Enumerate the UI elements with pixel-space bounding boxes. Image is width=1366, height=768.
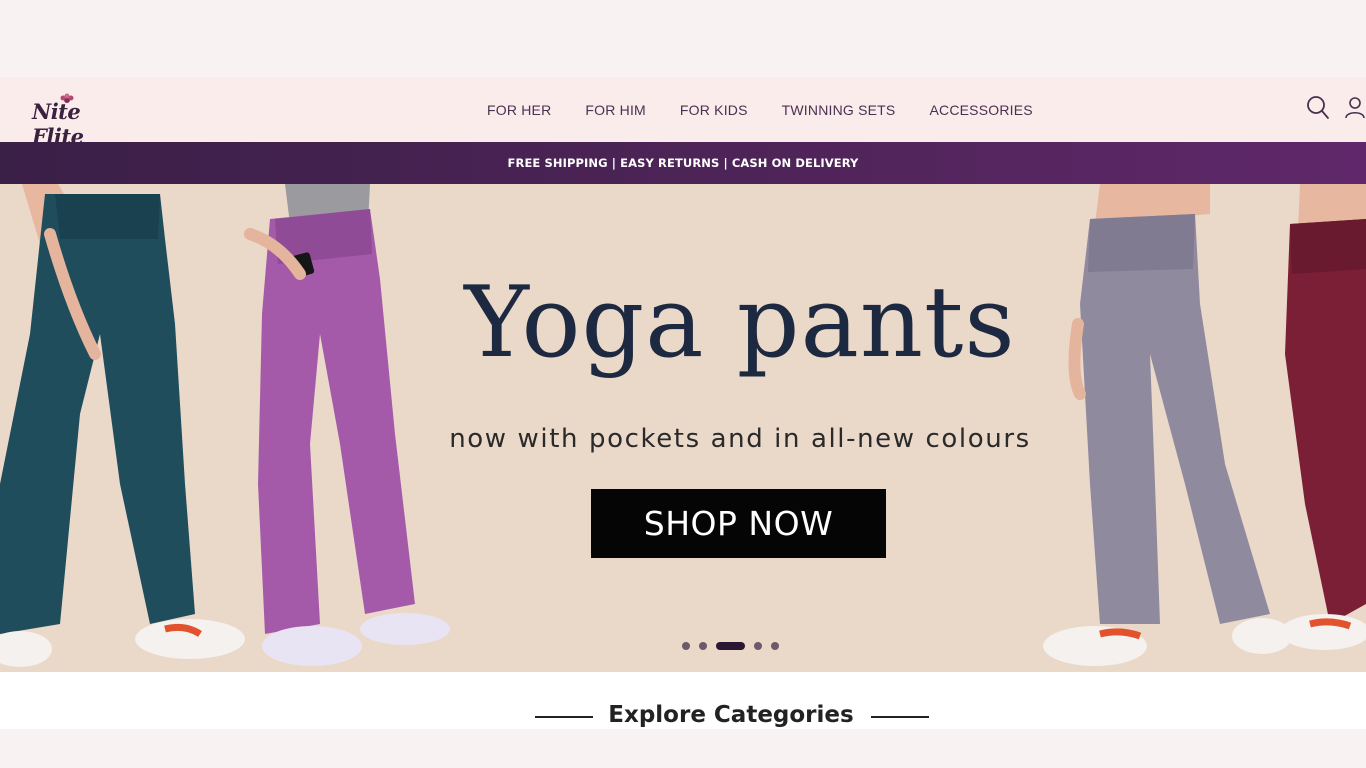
carousel-dot[interactable] [682, 642, 690, 650]
carousel-dot[interactable] [699, 642, 707, 650]
nav-item-for-him[interactable]: FOR HIM [585, 102, 646, 118]
carousel-dot-active[interactable] [716, 642, 745, 650]
search-icon[interactable] [1306, 95, 1330, 121]
bottom-blank-area [0, 729, 1366, 768]
maroon-pants-figure [1280, 184, 1366, 650]
user-icon[interactable] [1344, 95, 1366, 121]
divider-right [871, 716, 929, 718]
divider-left [535, 716, 593, 718]
site-header: Nite Flite FOR HER FOR HIM FOR KIDS TWIN… [0, 77, 1366, 149]
teal-pants-figure [0, 184, 245, 667]
nav-item-for-kids[interactable]: FOR KIDS [680, 102, 748, 118]
nav-item-accessories[interactable]: ACCESSORIES [929, 102, 1032, 118]
categories-section: Explore Categories [0, 672, 1366, 729]
top-blank-area [0, 0, 1366, 77]
section-title: Explore Categories [608, 702, 854, 728]
brand-logo[interactable]: Nite Flite [30, 93, 114, 149]
hero-banner[interactable]: Yoga pants now with pockets and in all-n… [0, 184, 1366, 672]
hero-subline: now with pockets and in all-new colours [449, 424, 1031, 454]
nav-item-twinning-sets[interactable]: TWINNING SETS [782, 102, 896, 118]
carousel-dot[interactable] [754, 642, 762, 650]
shop-now-button[interactable]: SHOP NOW [591, 489, 886, 558]
carousel-dots [682, 642, 788, 650]
main-nav: FOR HER FOR HIM FOR KIDS TWINNING SETS A… [487, 77, 1067, 142]
header-icons [1296, 95, 1366, 123]
grey-pants-figure [1043, 184, 1292, 666]
nav-item-for-her[interactable]: FOR HER [487, 102, 551, 118]
carousel-dot[interactable] [771, 642, 779, 650]
hero-headline: Yoga pants [464, 266, 1016, 380]
orchid-pants-figure [244, 184, 450, 666]
promo-bar: FREE SHIPPING | EASY RETURNS | CASH ON D… [0, 142, 1366, 184]
